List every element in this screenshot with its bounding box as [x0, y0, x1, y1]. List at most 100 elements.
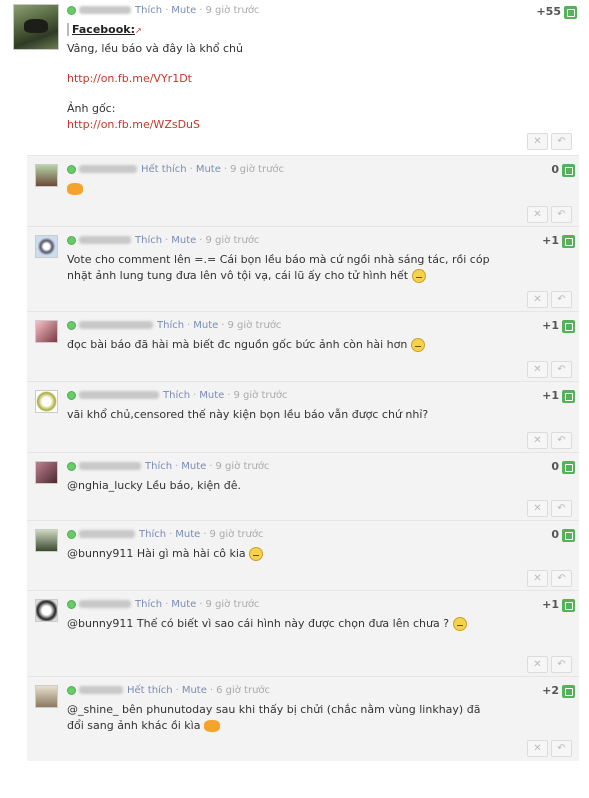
comment-meta: Hết thích · Mute · 6 giờ trước	[67, 685, 270, 696]
close-icon[interactable]: ✕	[527, 291, 548, 308]
avatar[interactable]	[35, 685, 58, 708]
close-icon[interactable]: ✕	[527, 500, 548, 517]
vote-up-icon[interactable]	[562, 528, 575, 542]
like-link[interactable]: Thích	[135, 235, 162, 246]
close-icon[interactable]: ✕	[527, 206, 548, 223]
reply-icon[interactable]: ↶	[551, 206, 572, 223]
vote-up-icon[interactable]	[564, 5, 577, 19]
vote-up-icon[interactable]	[562, 684, 575, 698]
timestamp: 9 giờ trước	[205, 235, 260, 246]
vote-up-icon[interactable]	[562, 460, 575, 474]
username[interactable]	[79, 6, 131, 14]
username[interactable]	[79, 165, 137, 173]
close-icon[interactable]: ✕	[527, 570, 548, 587]
reply-icon[interactable]: ↶	[551, 361, 572, 378]
username[interactable]	[79, 686, 123, 694]
vote-score: +2	[507, 684, 575, 698]
mute-link[interactable]: Mute	[171, 235, 196, 246]
username[interactable]	[79, 462, 141, 470]
avatar[interactable]	[35, 529, 58, 552]
close-icon[interactable]: ✕	[527, 656, 548, 673]
avatar[interactable]	[35, 320, 58, 343]
score-value: +2	[542, 684, 559, 697]
mute-link[interactable]: Mute	[171, 599, 196, 610]
reply-icon[interactable]: ↶	[551, 133, 572, 150]
vote-up-icon[interactable]	[562, 389, 575, 403]
comment-meta: Hết thích · Mute · 9 giờ trước	[67, 164, 284, 175]
reply-icon[interactable]: ↶	[551, 291, 572, 308]
comment-meta: Thích · Mute · 9 giờ trước	[67, 320, 281, 331]
mute-link[interactable]: Mute	[171, 5, 196, 16]
online-status-icon	[67, 235, 76, 245]
close-icon[interactable]: ✕	[527, 432, 548, 449]
online-status-icon	[67, 390, 76, 400]
like-link[interactable]: Hết thích	[127, 685, 173, 696]
smiley-emoticon-icon	[249, 547, 264, 561]
mute-link[interactable]: Mute	[199, 390, 224, 401]
avatar[interactable]	[35, 164, 58, 187]
username[interactable]	[79, 530, 135, 538]
like-link[interactable]: Thích	[157, 320, 184, 331]
external-link-icon: ↗	[134, 26, 142, 35]
reply-comment: Thích · Mute · 9 giờ trước +1 đọc bài báo đã h…	[27, 311, 579, 382]
comment-body: @_shine_ bên phunutoday sau khi thấy bị …	[67, 702, 497, 734]
online-status-icon	[67, 529, 76, 539]
facebook-link[interactable]: Facebook:	[67, 23, 135, 36]
reply-icon[interactable]: ↶	[551, 570, 572, 587]
mute-link[interactable]: Mute	[181, 461, 206, 472]
reply-comment: Thích · Mute · 9 giờ trước 0 @bunny911 Hài gì …	[27, 520, 579, 591]
comment-meta: Thích · Mute · 9 giờ trước	[67, 599, 259, 610]
vote-score: +1	[507, 598, 575, 612]
timestamp: 9 giờ trước	[209, 529, 264, 540]
comment-meta: Thích · Mute · 9 giờ trước	[67, 5, 259, 16]
comment-text: @bunny911 Thế có biết vì sao cái hình nà…	[67, 617, 450, 630]
vote-up-icon[interactable]	[562, 319, 575, 333]
vote-score: 0	[507, 528, 575, 542]
vote-up-icon[interactable]	[562, 598, 575, 612]
online-status-icon	[67, 320, 76, 330]
close-icon[interactable]: ✕	[527, 361, 548, 378]
avatar[interactable]	[35, 235, 58, 258]
clapping-emoticon-icon	[67, 183, 83, 195]
reply-icon[interactable]: ↶	[551, 432, 572, 449]
avatar[interactable]	[35, 390, 58, 413]
avatar[interactable]	[13, 4, 59, 50]
comment-link[interactable]: http://on.fb.me/WZsDuS	[67, 117, 507, 133]
timestamp: 9 giờ trước	[215, 461, 270, 472]
like-link[interactable]: Thích	[163, 390, 190, 401]
like-link[interactable]: Thích	[145, 461, 172, 472]
username[interactable]	[79, 600, 131, 608]
comment-meta: Thích · Mute · 9 giờ trước	[67, 235, 259, 246]
reply-icon[interactable]: ↶	[551, 656, 572, 673]
username[interactable]	[79, 391, 159, 399]
like-link[interactable]: Thích	[135, 599, 162, 610]
comment-actions: ✕ ↶	[524, 432, 572, 449]
like-link[interactable]: Thích	[139, 529, 166, 540]
timestamp: 6 giờ trước	[216, 685, 271, 696]
mute-link[interactable]: Mute	[196, 164, 221, 175]
avatar[interactable]	[35, 461, 58, 484]
reply-comment: Hết thích · Mute · 6 giờ trước +2 @_shine_ bên…	[27, 676, 579, 761]
close-icon[interactable]: ✕	[527, 133, 548, 150]
username[interactable]	[79, 321, 153, 329]
avatar[interactable]	[35, 599, 58, 622]
reply-icon[interactable]: ↶	[551, 740, 572, 757]
comment-link[interactable]: http://on.fb.me/VYr1Dt	[67, 71, 507, 87]
reply-icon[interactable]: ↶	[551, 500, 572, 517]
comment-body: Facebook:↗ Vâng, lều báo và đây là khổ c…	[67, 22, 507, 133]
reply-comment: Thích · Mute · 9 giờ trước +1 Vote cho comment…	[27, 226, 579, 312]
username[interactable]	[79, 236, 131, 244]
comment-actions: ✕ ↶	[524, 656, 572, 673]
like-link[interactable]: Hết thích	[141, 164, 187, 175]
vote-up-icon[interactable]	[562, 234, 575, 248]
mute-link[interactable]: Mute	[193, 320, 218, 331]
smiley-emoticon-icon	[410, 338, 425, 352]
vote-score: 0	[507, 460, 575, 474]
comment-text-line: Ảnh gốc:	[67, 102, 116, 115]
mute-link[interactable]: Mute	[182, 685, 207, 696]
vote-up-icon[interactable]	[562, 163, 575, 177]
vote-score: +1	[507, 319, 575, 333]
like-link[interactable]: Thích	[135, 5, 162, 16]
mute-link[interactable]: Mute	[175, 529, 200, 540]
close-icon[interactable]: ✕	[527, 740, 548, 757]
